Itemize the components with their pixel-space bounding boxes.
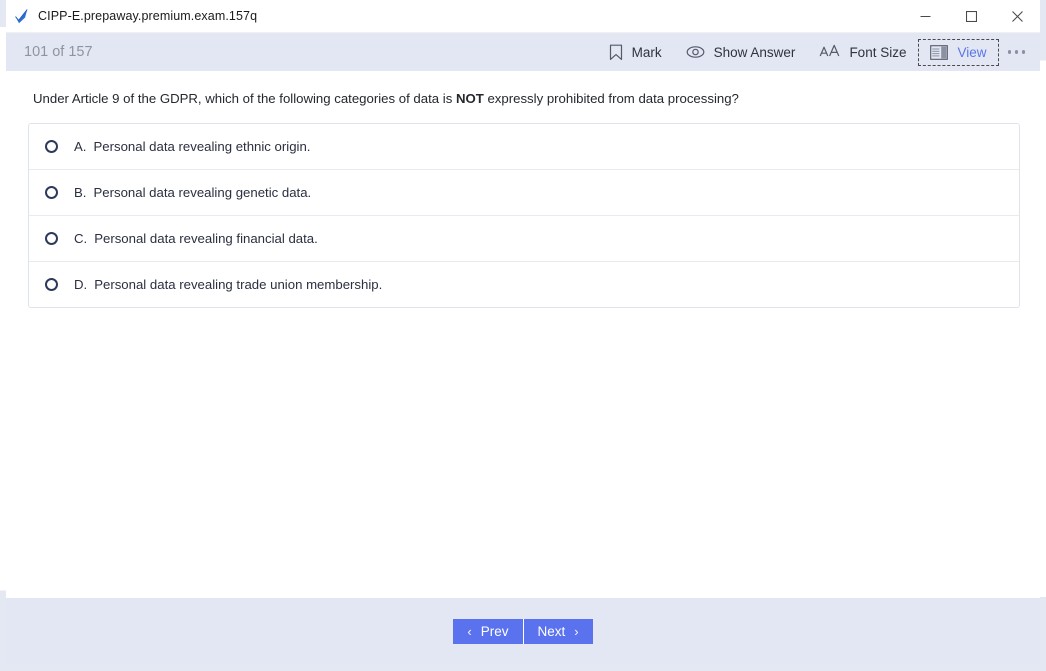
radio-button-c[interactable] — [45, 232, 58, 246]
title-bar: CIPP-E.prepaway.premium.exam.157q — [6, 0, 1040, 33]
layout-panel-icon — [930, 44, 949, 60]
answer-options-list: A. Personal data revealing ethnic origin… — [28, 123, 1020, 309]
view-button-label: View — [957, 44, 987, 60]
minimize-icon[interactable] — [902, 0, 948, 32]
answer-option-b[interactable]: B. Personal data revealing genetic data. — [29, 170, 1019, 217]
font-size-button[interactable]: Font Size — [807, 38, 918, 66]
mark-button-label: Mark — [631, 44, 662, 60]
bookmark-icon — [609, 44, 623, 61]
option-letter-d: D. — [74, 277, 88, 293]
option-text-b: Personal data revealing genetic data. — [93, 185, 312, 201]
maximize-icon[interactable] — [948, 0, 994, 32]
navigation-button-group: ‹ Prev Next › — [453, 618, 593, 644]
blue-check-icon — [13, 8, 30, 25]
navigation-footer: ‹ Prev Next › — [6, 598, 1040, 664]
option-letter-c: C. — [74, 231, 88, 247]
prev-button-label: Prev — [480, 623, 509, 639]
show-answer-button[interactable]: Show Answer — [674, 39, 808, 66]
answer-option-a[interactable]: A. Personal data revealing ethnic origin… — [29, 124, 1019, 171]
window-controls — [902, 0, 1040, 32]
option-text-d: Personal data revealing trade union memb… — [94, 277, 383, 293]
font-size-button-label: Font Size — [849, 44, 907, 60]
prev-button[interactable]: ‹ Prev — [453, 618, 524, 644]
option-letter-a: A. — [74, 139, 87, 155]
question-text-emphasis: NOT — [455, 91, 484, 106]
chevron-left-icon: ‹ — [467, 623, 472, 639]
question-text-prefix: Under Article 9 of the GDPR, which of th… — [33, 91, 456, 106]
answer-option-c[interactable]: C. Personal data revealing financial dat… — [29, 216, 1019, 263]
view-button[interactable]: View — [918, 38, 999, 66]
next-button-label: Next — [537, 623, 566, 639]
background-window-right-edge — [1040, 0, 1046, 671]
show-answer-button-label: Show Answer — [713, 44, 796, 60]
chevron-right-icon: › — [574, 623, 579, 639]
radio-button-d[interactable] — [45, 278, 58, 292]
title-bar-left: CIPP-E.prepaway.premium.exam.157q — [6, 8, 257, 25]
answer-option-d[interactable]: D. Personal data revealing trade union m… — [29, 262, 1019, 307]
question-text-suffix: expressly prohibited from data processin… — [483, 91, 739, 106]
option-text-c: Personal data revealing financial data. — [94, 231, 318, 247]
close-icon[interactable] — [994, 0, 1040, 32]
option-letter-b: B. — [74, 185, 87, 201]
question-text: Under Article 9 of the GDPR, which of th… — [20, 71, 1026, 123]
question-counter: 101 of 157 — [24, 44, 93, 60]
window-title: CIPP-E.prepaway.premium.exam.157q — [38, 9, 258, 23]
option-text-a: Personal data revealing ethnic origin. — [93, 139, 311, 155]
radio-button-b[interactable] — [45, 186, 58, 200]
exam-app-window: CIPP-E.prepaway.premium.exam.157q 101 of… — [6, 0, 1040, 664]
toolbar-actions: Mark Show Answer Font Size View — [597, 33, 1034, 71]
mark-button[interactable]: Mark — [597, 38, 674, 67]
question-content: Under Article 9 of the GDPR, which of th… — [6, 71, 1040, 598]
exam-toolbar: 101 of 157 Mark Show Answer Font Size Vi… — [6, 33, 1040, 71]
next-button[interactable]: Next › — [523, 618, 593, 644]
background-window-bottom-strip — [0, 664, 1046, 671]
more-options-button[interactable] — [999, 44, 1035, 60]
eye-icon — [686, 45, 705, 59]
ellipsis-icon — [1007, 50, 1025, 54]
radio-button-a[interactable] — [45, 140, 58, 154]
font-size-icon — [819, 44, 840, 60]
